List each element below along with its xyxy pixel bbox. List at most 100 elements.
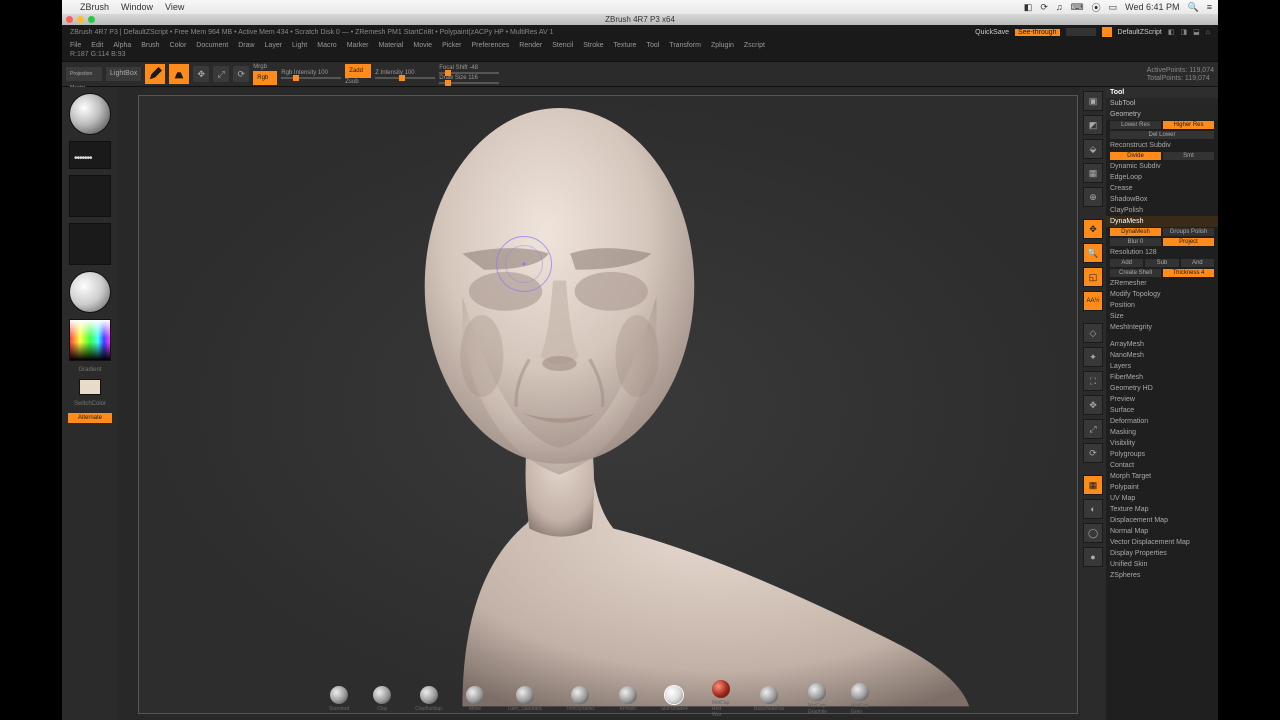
scroll-icon[interactable]: ✥ <box>1083 219 1103 239</box>
shelf-item[interactable] <box>420 686 438 704</box>
shelf-item[interactable] <box>619 686 637 704</box>
section[interactable]: Morph Target <box>1106 471 1218 482</box>
section[interactable]: UV Map <box>1106 493 1218 504</box>
menu-item[interactable]: Layer <box>265 42 283 49</box>
switchcolor-button[interactable]: SwitchColor <box>74 401 106 407</box>
scale-mode-icon[interactable]: ⤢ <box>213 66 229 82</box>
battery-icon[interactable]: ▭ <box>1109 2 1118 13</box>
section[interactable]: Texture Map <box>1106 504 1218 515</box>
shelf-item[interactable] <box>851 683 869 701</box>
shelf-item[interactable] <box>373 686 391 704</box>
dynamic-subdiv[interactable]: Dynamic Subdiv <box>1106 161 1218 172</box>
scale-canvas-icon[interactable]: ⤢ <box>1083 419 1103 439</box>
gradient-label[interactable]: Gradient <box>78 367 101 373</box>
zremesher[interactable]: ZRemesher <box>1106 278 1218 289</box>
section[interactable]: Preview <box>1106 394 1218 405</box>
groups-button[interactable]: Groups Polish <box>1163 228 1214 236</box>
xyz-icon[interactable]: ✦ <box>1083 347 1103 367</box>
shelf-item[interactable] <box>516 686 534 704</box>
local-icon[interactable]: ⊕ <box>1083 187 1103 207</box>
menu-item[interactable]: Stroke <box>583 42 603 49</box>
material-selector[interactable] <box>69 271 111 313</box>
menu-item[interactable]: Tool <box>646 42 659 49</box>
section[interactable]: Polypaint <box>1106 482 1218 493</box>
section[interactable]: Displacement Map <box>1106 515 1218 526</box>
rgb-button[interactable]: Rgb <box>253 71 277 85</box>
menu-item[interactable]: Texture <box>613 42 636 49</box>
resolution-slider[interactable]: Resolution 128 <box>1106 247 1218 258</box>
mac-menu-window[interactable]: Window <box>121 2 153 12</box>
traffic-lights[interactable] <box>66 16 95 23</box>
home-icon[interactable]: ⌂ <box>1206 29 1210 36</box>
modify-topology[interactable]: Modify Topology <box>1106 289 1218 300</box>
crease[interactable]: Crease <box>1106 183 1218 194</box>
menu-item[interactable]: Movie <box>413 42 432 49</box>
menu-item[interactable]: Color <box>170 42 187 49</box>
draw-size-slider[interactable] <box>439 82 499 84</box>
shelf-item-active[interactable] <box>665 686 683 704</box>
aahalf-icon[interactable]: AA½ <box>1083 291 1103 311</box>
canvas-area[interactable]: Standard Clay ClayBuildup Move Dam_Stand… <box>118 87 1080 720</box>
rotate-canvas-icon[interactable]: ⟳ <box>1083 443 1103 463</box>
create-shell-button[interactable]: Create Shell <box>1110 269 1161 277</box>
section[interactable]: ZSpheres <box>1106 570 1218 581</box>
subtool-header[interactable]: SubTool <box>1106 98 1218 109</box>
menu-item[interactable]: Stencil <box>552 42 573 49</box>
layout-icon[interactable]: ◨ <box>1181 28 1188 36</box>
alternate-button[interactable]: Alternate <box>68 413 112 423</box>
menu-item[interactable]: Render <box>519 42 542 49</box>
shadowbox[interactable]: ShadowBox <box>1106 194 1218 205</box>
blur-slider[interactable]: Blur 0 <box>1110 238 1161 246</box>
stroke-selector[interactable] <box>69 141 111 169</box>
seethrough-slider[interactable]: See-through <box>1015 29 1060 36</box>
section[interactable]: NanoMesh <box>1106 350 1218 361</box>
color-swatch[interactable] <box>79 379 101 395</box>
projection-master-button[interactable]: Projection Master <box>66 67 102 81</box>
menu-item[interactable]: Document <box>196 42 228 49</box>
menu-item[interactable]: Zplugin <box>711 42 734 49</box>
menu-item[interactable]: Macro <box>317 42 336 49</box>
bpr-button[interactable]: ▣ <box>1083 91 1103 111</box>
spotlight-icon[interactable]: 🔍 <box>1188 2 1199 13</box>
lower-res-button[interactable]: Lower Res <box>1110 121 1161 129</box>
section[interactable]: Contact <box>1106 460 1218 471</box>
frame-icon[interactable]: ⛶ <box>1083 371 1103 391</box>
mac-menu-view[interactable]: View <box>165 2 184 12</box>
claypolish[interactable]: ClayPolish <box>1106 205 1218 216</box>
del-lower-button[interactable]: Del Lower <box>1110 131 1214 139</box>
render-icon[interactable]: ◩ <box>1083 115 1103 135</box>
texture-selector[interactable] <box>69 223 111 265</box>
lightbox-button[interactable]: LightBox <box>106 67 141 81</box>
project-toggle[interactable]: Project <box>1163 238 1214 246</box>
menu-item[interactable]: Material <box>378 42 403 49</box>
move-canvas-icon[interactable]: ✥ <box>1083 395 1103 415</box>
menu-item[interactable]: Picker <box>442 42 461 49</box>
divide-button[interactable]: Divide <box>1110 152 1161 160</box>
section[interactable]: ArrayMesh <box>1106 339 1218 350</box>
section[interactable]: Unified Skin <box>1106 559 1218 570</box>
geometry-header[interactable]: Geometry <box>1106 109 1218 120</box>
section[interactable]: Display Properties <box>1106 548 1218 559</box>
shelf-item[interactable] <box>571 686 589 704</box>
menu-item[interactable]: Alpha <box>113 42 131 49</box>
dynamesh-toggle[interactable]: DynaMesh <box>1110 228 1161 236</box>
section[interactable]: Polygroups <box>1106 449 1218 460</box>
meshintegrity[interactable]: MeshIntegrity <box>1106 322 1218 333</box>
close-icon[interactable] <box>66 16 73 23</box>
zadd-button[interactable]: Zadd <box>345 64 371 78</box>
menu-item[interactable]: Edit <box>91 42 103 49</box>
rgb-intensity-slider[interactable] <box>281 77 341 79</box>
shelf-item[interactable] <box>466 686 484 704</box>
viewport[interactable] <box>138 95 1078 714</box>
sub-button[interactable]: Sub <box>1145 259 1178 267</box>
size[interactable]: Size <box>1106 311 1218 322</box>
shelf-item[interactable] <box>330 686 348 704</box>
ortho-icon[interactable]: ◇ <box>1083 323 1103 343</box>
shelf-item[interactable] <box>808 683 826 701</box>
transparent-icon[interactable]: ◐ <box>1083 499 1103 519</box>
section[interactable]: FiberMesh <box>1106 372 1218 383</box>
brush-selector[interactable] <box>69 93 111 135</box>
and-button[interactable]: And <box>1181 259 1214 267</box>
section[interactable]: Vector Displacement Map <box>1106 537 1218 548</box>
perspective-icon[interactable]: ⬙ <box>1083 139 1103 159</box>
